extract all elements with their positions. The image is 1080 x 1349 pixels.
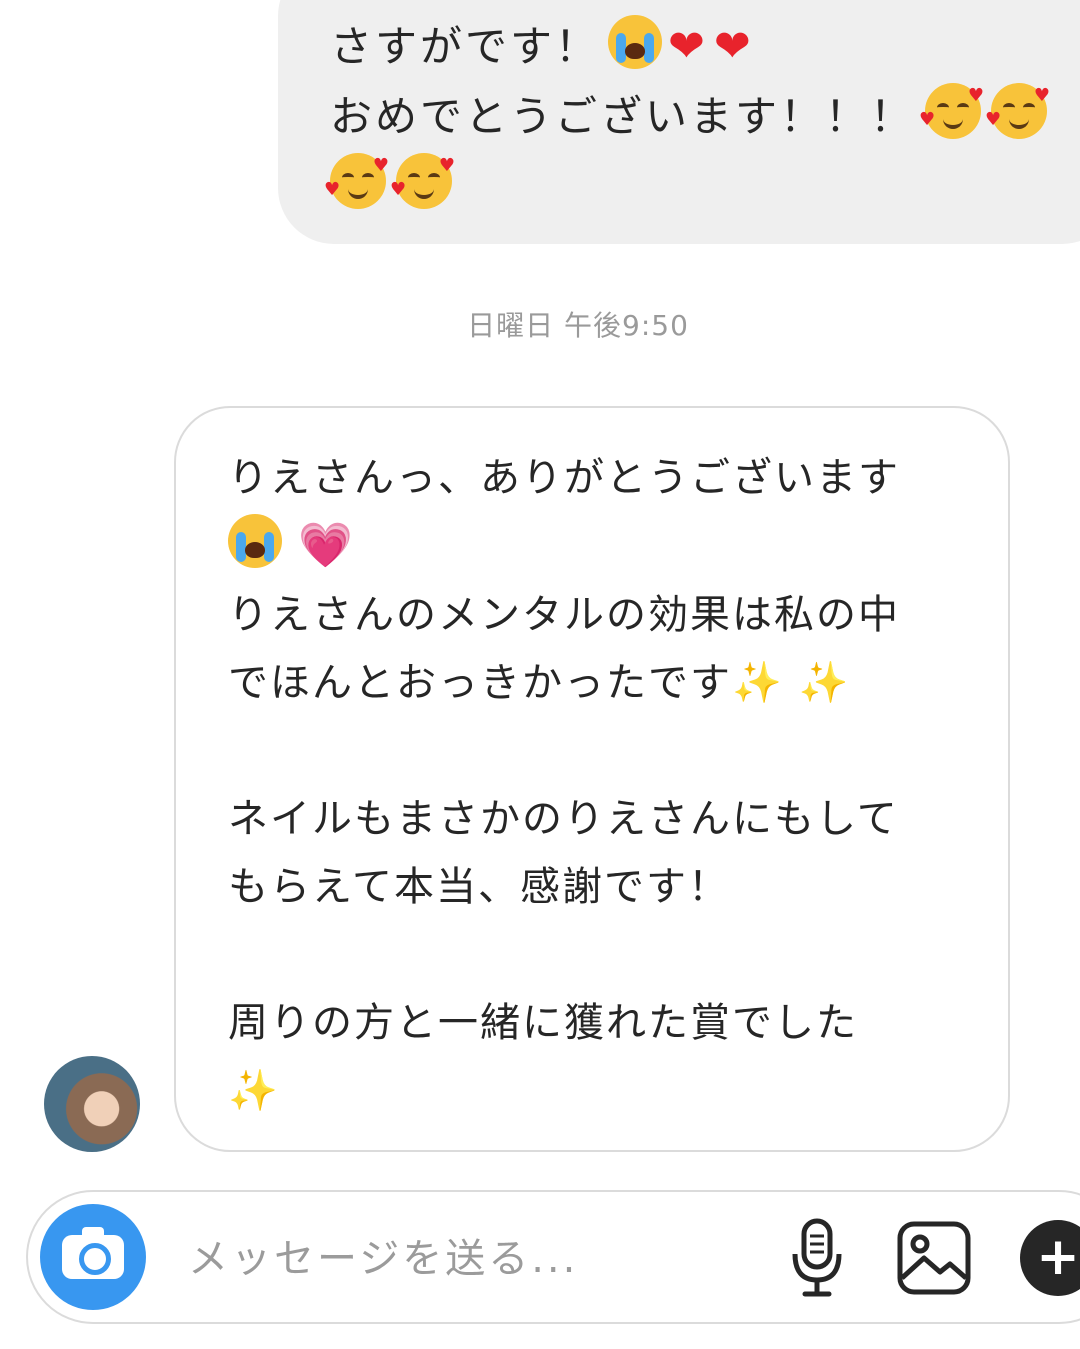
- red-heart-emoji-icon: ❤: [713, 21, 754, 72]
- sparkles-emoji-icon: ✨: [732, 660, 784, 706]
- smiling-face-with-hearts-emoji-icon: ♥ ♥: [324, 153, 389, 209]
- sent-message-line-2: おめでとうございます！！！ ♥ ♥ ♥ ♥: [330, 82, 1080, 152]
- sent-text-2: おめでとうございます！！！: [330, 92, 916, 141]
- sent-message-line-3: ♥ ♥ ♥ ♥: [324, 152, 1080, 222]
- received-line-7: 周りの方と一緒に獲れた賞でした: [228, 1000, 858, 1046]
- growing-heart-emoji-icon: 💗: [282, 520, 355, 571]
- received-line-8: ✨: [228, 1057, 1008, 1125]
- message-timestamp: 日曜日 午後9:50: [467, 309, 689, 342]
- message-input[interactable]: [186, 1228, 750, 1290]
- sent-message-bubble[interactable]: さすがです！ ❤ ❤ おめでとうございます！！！ ♥ ♥ ♥ ♥ ♥ ♥ ♥ ♥: [278, 0, 1080, 244]
- sender-avatar[interactable]: [44, 1056, 140, 1152]
- camera-button[interactable]: [40, 1204, 146, 1310]
- camera-icon: [62, 1227, 124, 1279]
- sent-message-line-1: さすがです！ ❤ ❤: [330, 12, 1080, 82]
- received-line-3: りえさんのメンタルの効果は私の中: [228, 592, 900, 638]
- received-message-bubble[interactable]: りえさんっ、ありがとうございます 💗 りえさんのメンタルの効果は私の中 でほんと…: [174, 406, 1010, 1152]
- sent-text-1: さすがです！: [330, 22, 601, 71]
- smiling-face-with-hearts-emoji-icon: ♥ ♥: [985, 83, 1050, 139]
- microphone-icon[interactable]: [790, 1218, 844, 1298]
- received-line-5: ネイルもまさかのりえさんにもして: [228, 796, 899, 842]
- received-line-1: りえさんっ、ありがとうございます: [228, 455, 900, 501]
- crying-face-emoji-icon: [608, 15, 663, 69]
- crying-face-emoji-icon: [228, 514, 282, 568]
- received-line-6: もらえて本当、感謝です！: [228, 864, 730, 910]
- smiling-face-with-hearts-emoji-icon: ♥ ♥: [390, 153, 455, 209]
- received-text-4: でほんとおっきかったです: [228, 660, 732, 706]
- received-line-4: でほんとおっきかったです✨ ✨: [228, 649, 1008, 717]
- image-gallery-icon[interactable]: [896, 1220, 972, 1296]
- smiling-face-with-hearts-emoji-icon: ♥ ♥: [919, 83, 984, 139]
- plus-icon: +: [1036, 1227, 1080, 1287]
- sparkles-emoji-icon: ✨: [228, 1068, 280, 1114]
- sparkles-emoji-icon: ✨: [783, 660, 851, 706]
- received-line-2: 💗: [228, 512, 1008, 581]
- red-heart-emoji-icon: ❤: [668, 21, 708, 72]
